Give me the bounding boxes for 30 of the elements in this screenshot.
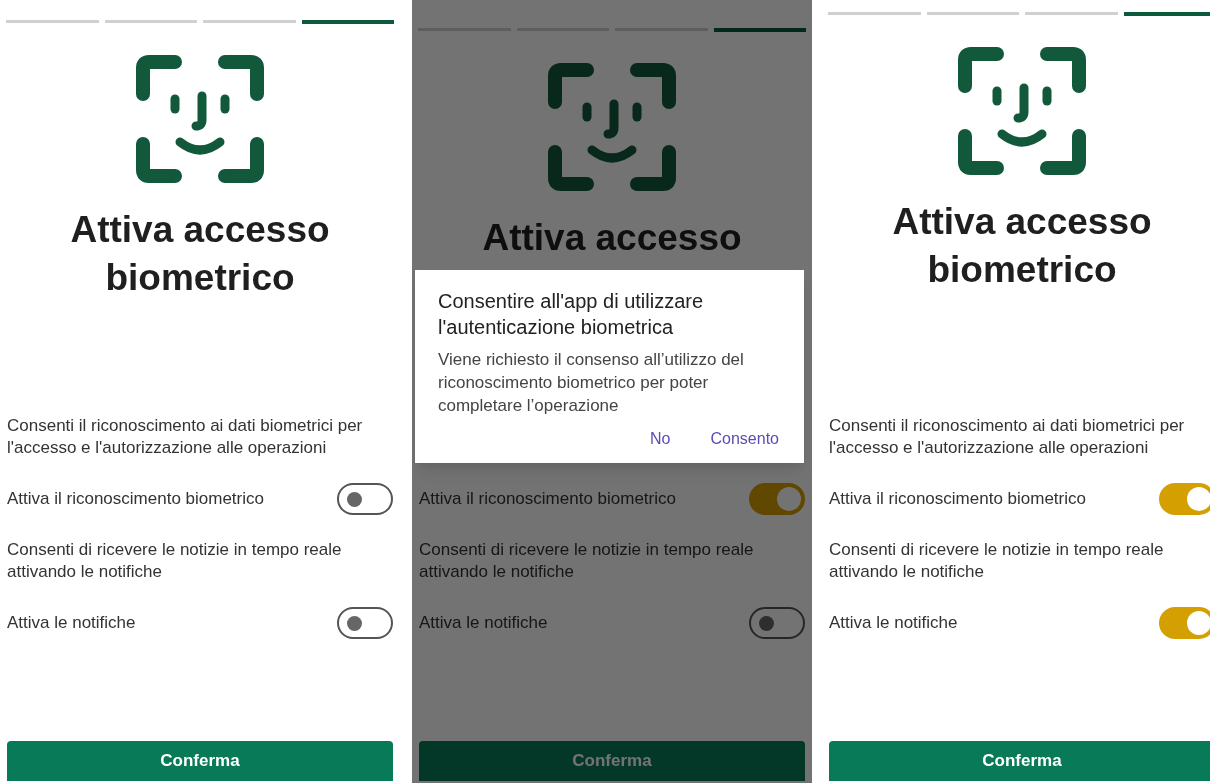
toggle-label: Attiva le notifiche <box>419 612 548 635</box>
dialog-title: Consentire all'app di utilizzare l'autenticazione biometrica <box>438 289 705 340</box>
toggle-label: Attiva il riconoscimento biometrico <box>7 488 264 511</box>
toggle-label: Attiva le notifiche <box>7 612 136 635</box>
toggle-switch[interactable] <box>1159 607 1210 639</box>
confirm-button[interactable]: Conferma <box>419 741 805 781</box>
description-text: Consenti il riconoscimento ai dati biometrici per l'accesso e l'autorizzazione alle operazioni <box>7 415 364 459</box>
toggle-switch[interactable] <box>749 607 805 639</box>
description-text: Consenti di ricevere le notizie in tempo reale attivando le notifiche <box>829 539 1165 583</box>
dialog-message: Viene richiesto il consenso all’utilizzo del riconoscimento biometrico per poter completare l’operazione <box>438 349 745 417</box>
toggle-label: Attiva le notifiche <box>829 612 958 635</box>
face-id-icon <box>957 46 1087 176</box>
toggle-label: Attiva il riconoscimento biometrico <box>419 488 676 511</box>
dialog-action-button[interactable]: No <box>650 427 671 451</box>
toggle-switch[interactable] <box>337 607 393 639</box>
screen-title: Attiva accesso <box>481 216 743 260</box>
toggle-label: Attiva il riconoscimento biometrico <box>829 488 1086 511</box>
dialog-action-button[interactable]: Consento <box>710 427 779 451</box>
description-text: Consenti di ricevere le notizie in tempo reale attivando le notifiche <box>419 539 755 583</box>
confirm-button[interactable]: Conferma <box>7 741 393 781</box>
description-text: Consenti il riconoscimento ai dati biometrici per l'accesso e l'autorizzazione alle operazioni <box>829 415 1186 459</box>
toggle-switch[interactable] <box>337 483 393 515</box>
confirm-button[interactable]: Conferma <box>829 741 1210 781</box>
toggle-switch[interactable] <box>749 483 805 515</box>
face-id-icon <box>547 62 677 192</box>
screen-title: Attiva accesso biometrico <box>69 208 331 300</box>
screen-title: Attiva accesso biometrico <box>891 200 1153 292</box>
description-text: Consenti di ricevere le notizie in tempo reale attivando le notifiche <box>7 539 343 583</box>
face-id-icon <box>135 54 265 184</box>
toggle-switch[interactable] <box>1159 483 1210 515</box>
